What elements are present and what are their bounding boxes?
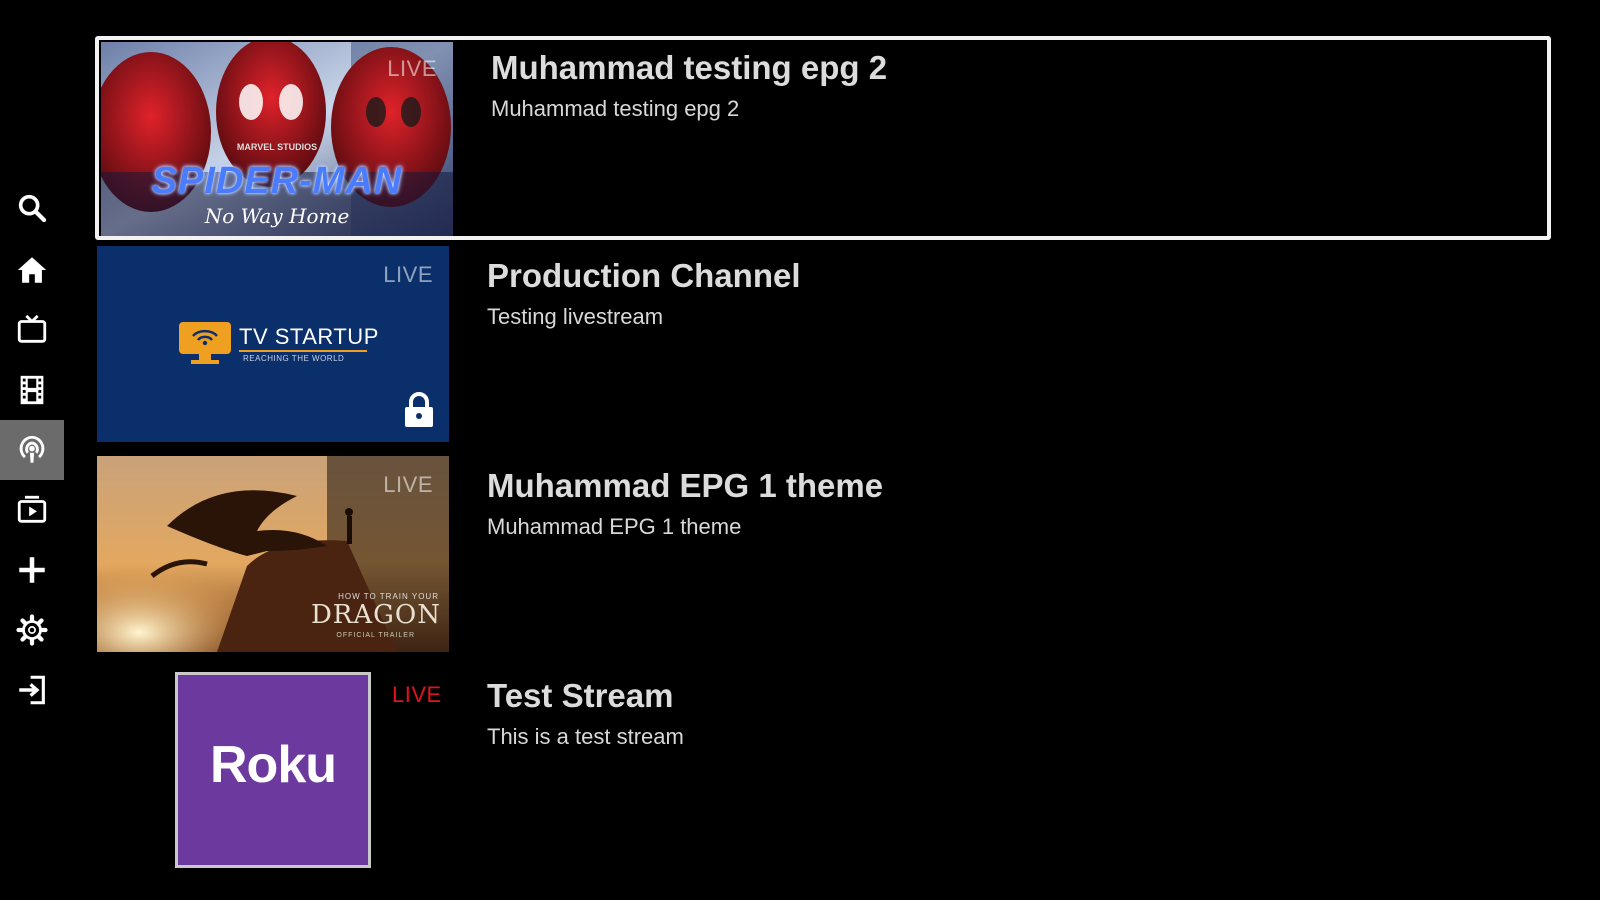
channel-title: Production Channel [487, 257, 801, 294]
podcast-icon [19, 435, 45, 463]
channel-info: Test Stream This is a test stream [487, 677, 684, 750]
poster-title: DRAGON [310, 600, 441, 630]
nav-add[interactable] [0, 540, 64, 600]
channel-subtitle: This is a test stream [487, 724, 684, 749]
poster-tagline: No Way Home [204, 204, 350, 228]
channel-subtitle: Muhammad EPG 1 theme [487, 514, 742, 539]
channel-row[interactable]: MARVEL STUDIOS SPIDER-MAN No Way Home LI… [95, 36, 1551, 240]
channel-info: Muhammad testing epg 2 Muhammad testing … [491, 49, 887, 122]
channel-title: Muhammad testing epg 2 [491, 49, 888, 86]
tv-startup-brand: TV STARTUP [239, 324, 379, 349]
logout-icon [19, 675, 45, 705]
poster-tagline: OFFICIAL TRAILER [336, 632, 415, 639]
channel-thumbnail: HOW TO TRAIN YOUR DRAGON OFFICIAL TRAILE… [97, 456, 449, 652]
channel-row[interactable]: TV STARTUP REACHING THE WORLD LIVE Produ… [95, 244, 1551, 448]
nav-home[interactable] [0, 240, 64, 300]
nav-settings[interactable] [0, 600, 64, 660]
channel-thumbnail: MARVEL STUDIOS SPIDER-MAN No Way Home LI… [101, 42, 453, 236]
channel-info: Muhammad EPG 1 theme Muhammad EPG 1 them… [487, 467, 883, 540]
channel-thumbnail: TV STARTUP REACHING THE WORLD LIVE [97, 246, 449, 442]
channel-info: Production Channel Testing livestream [487, 257, 801, 330]
channel-title: Test Stream [487, 677, 674, 714]
roku-logo: Roku [210, 736, 337, 794]
nav-video-library[interactable] [0, 480, 64, 540]
nav-live-tv[interactable] [0, 300, 64, 360]
app-root: MARVEL STUDIOS SPIDER-MAN No Way Home LI… [0, 0, 1600, 900]
lock-icon [405, 392, 433, 427]
plus-icon [19, 557, 45, 583]
channel-subtitle: Muhammad testing epg 2 [491, 96, 740, 121]
nav-search[interactable] [0, 178, 64, 238]
search-icon [18, 194, 47, 223]
nav-movies[interactable] [0, 360, 64, 420]
poster-title: SPIDER-MAN [151, 160, 403, 202]
home-icon [17, 257, 47, 283]
live-badge: LIVE [383, 472, 433, 497]
channel-subtitle: Testing livestream [487, 304, 664, 329]
channel-title: Muhammad EPG 1 theme [487, 467, 884, 504]
nav-logout[interactable] [0, 660, 64, 720]
live-badge: LIVE [392, 682, 442, 707]
channel-thumbnail: Roku [175, 672, 371, 868]
tv-startup-logo-icon [179, 322, 231, 364]
tv-icon [17, 314, 47, 343]
gear-icon [16, 614, 48, 646]
live-badge: LIVE [387, 56, 437, 81]
sidebar-nav [0, 0, 66, 900]
poster-studio-label: MARVEL STUDIOS [236, 142, 318, 152]
live-badge: LIVE [383, 262, 433, 287]
video-library-icon [17, 495, 47, 523]
film-icon [20, 375, 44, 405]
channel-row[interactable]: Roku LIVE Test Stream This is a test str… [95, 664, 1551, 868]
nav-podcasts[interactable] [0, 420, 64, 480]
channel-row[interactable]: HOW TO TRAIN YOUR DRAGON OFFICIAL TRAILE… [95, 454, 1551, 658]
brand-underline [239, 350, 367, 352]
tv-startup-tagline: REACHING THE WORLD [243, 354, 345, 363]
